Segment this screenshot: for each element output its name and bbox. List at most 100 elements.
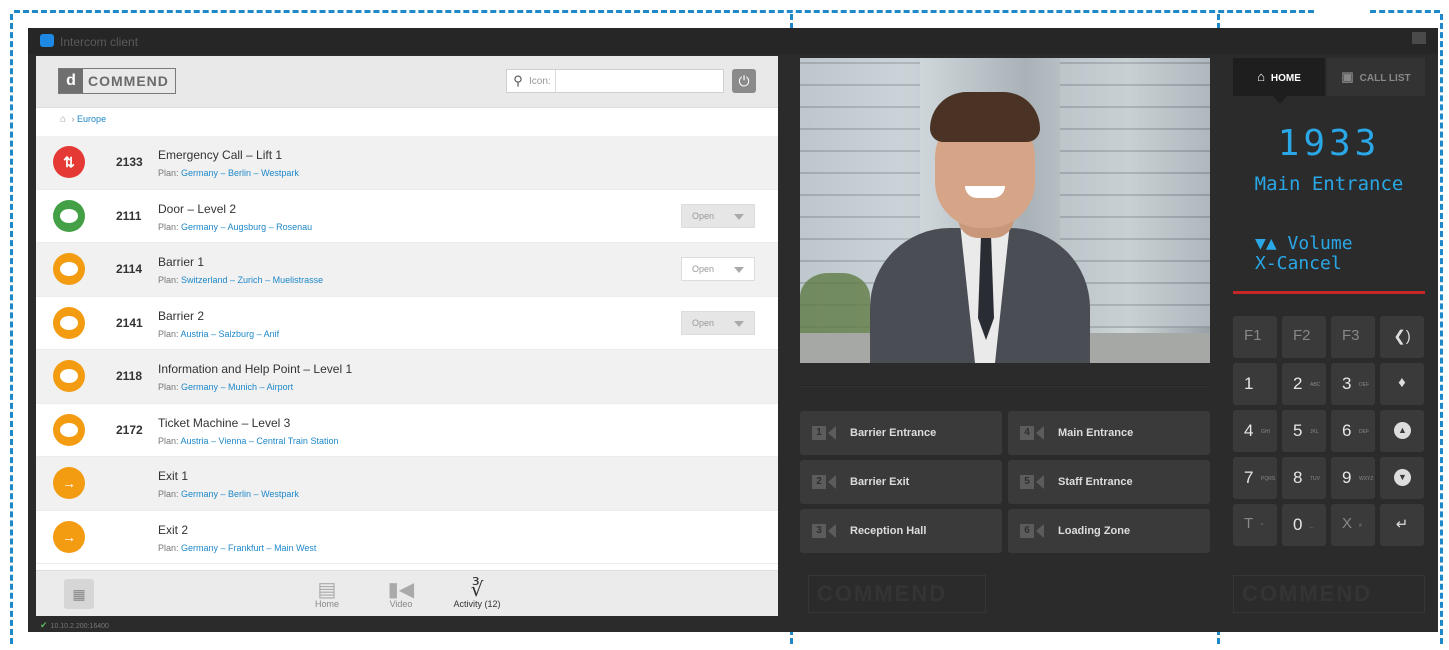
check-icon: ✔ <box>40 620 48 630</box>
grid-icon: ▦ <box>72 586 86 602</box>
plan-location[interactable]: Austria – Vienna – Central Train Station <box>181 436 339 446</box>
plan-label: Plan: <box>158 489 179 499</box>
table-row[interactable]: 2111 Door – Level 2 Plan: Germany – Augs… <box>36 190 778 243</box>
key-f1[interactable]: F1 <box>1233 316 1277 358</box>
plan-location[interactable]: Germany – Augsburg – Rosenau <box>181 222 312 232</box>
plan-location[interactable]: Germany – Berlin – Westpark <box>181 489 299 499</box>
station-header: d COMMEND ⚲ Icon: ⏻ <box>36 56 778 108</box>
table-row[interactable]: 2114 Barrier 1 Plan: Switzerland – Zuric… <box>36 243 778 297</box>
brand-mark: d <box>59 69 83 93</box>
destination-button-5[interactable]: 5 Staff Entrance <box>1008 460 1210 504</box>
bell-icon: ♦ <box>1398 374 1406 391</box>
plan-label: Plan: <box>158 168 179 178</box>
plan-location[interactable]: Switzerland – Zurich – Muelistrasse <box>181 275 323 285</box>
loudspeaker-icon: ❮) <box>1393 328 1411 345</box>
speaker-icon <box>828 475 836 489</box>
key-x[interactable]: X # <box>1331 504 1375 546</box>
key-speaker[interactable]: ❮) <box>1380 316 1424 358</box>
table-row[interactable]: → Exit 1 Plan: Germany – Berlin – Westpa… <box>36 457 778 511</box>
contact-card-icon: ▣ <box>1341 69 1354 84</box>
plan-label: Plan: <box>158 542 179 553</box>
plan-location[interactable]: Austria – Salzburg – Anif <box>181 329 280 339</box>
plan-location[interactable]: Germany – Frankfurt – Main West <box>181 543 316 553</box>
station-name: Barrier 2 <box>158 308 205 323</box>
destination-label: Main Entrance <box>1058 427 1134 439</box>
key-9[interactable]: 9 WXYZ <box>1331 457 1375 499</box>
activity-icon: ∛ <box>470 579 484 601</box>
table-row[interactable]: → Exit 2 Plan: Germany – Frankfurt – Mai… <box>36 511 778 564</box>
key-t[interactable]: T * <box>1233 504 1277 546</box>
tab-call-list[interactable]: ▣ CALL LIST <box>1327 58 1425 96</box>
key-up[interactable]: ▲ <box>1380 410 1424 452</box>
key-2[interactable]: 2 ABC <box>1282 363 1326 405</box>
destination-button-1[interactable]: 1 Barrier Entrance <box>800 411 1002 455</box>
station-plan: Plan: Austria – Vienna – Central Train S… <box>158 436 338 446</box>
key-enter[interactable]: ↵ <box>1380 504 1424 546</box>
action-select[interactable]: Open <box>681 310 755 335</box>
plan-location[interactable]: Germany – Munich – Airport <box>181 382 293 392</box>
key-1[interactable]: 1 <box>1233 363 1277 405</box>
station-plan: Plan: Switzerland – Zurich – Muelistrass… <box>158 275 323 285</box>
speech-bubble-icon <box>53 360 85 392</box>
destination-number: 3 <box>812 524 826 538</box>
table-row[interactable]: 2118 Information and Help Point – Level … <box>36 350 778 404</box>
breadcrumb-europe[interactable]: Europe <box>77 114 106 124</box>
plan-label: Plan: <box>158 382 179 392</box>
key-4[interactable]: 4 GHI <box>1233 410 1277 452</box>
minimize-button[interactable] <box>1412 32 1426 44</box>
key-7[interactable]: 7 PQRS <box>1233 457 1277 499</box>
plan-location[interactable]: Germany – Berlin – Westpark <box>181 168 299 178</box>
commend-watermark: COMMEND <box>808 575 986 613</box>
table-row[interactable]: ⇅ 2133 Emergency Call – Lift 1 Plan: Ger… <box>36 136 778 190</box>
key-0[interactable]: 0 _ <box>1282 504 1326 546</box>
power-icon: ⏻ <box>738 73 750 89</box>
speech-bubble-icon <box>53 253 85 285</box>
plan-label: Plan: <box>158 328 179 339</box>
key-8[interactable]: 8 TUV <box>1282 457 1326 499</box>
key-label: F1 <box>1244 327 1262 344</box>
search-input[interactable] <box>554 70 717 92</box>
table-row[interactable]: 2172 Ticket Machine – Level 3 Plan: Aust… <box>36 404 778 457</box>
grid-menu-button[interactable]: ▦ <box>64 579 94 609</box>
table-row[interactable]: 2141 Barrier 2 Plan: Austria – Salzburg … <box>36 297 778 350</box>
destination-number: 4 <box>1020 426 1034 440</box>
station-number: 2114 <box>116 262 143 276</box>
key-letters: ABC <box>1310 382 1321 388</box>
title-bar: Intercom client <box>28 28 1438 54</box>
exit-icon: → <box>53 520 85 553</box>
key-3[interactable]: 3 DEF <box>1331 363 1375 405</box>
key-label: 0 <box>1293 515 1303 534</box>
key-letters: TUV <box>1310 476 1320 482</box>
tab-home[interactable]: ▤ Home <box>292 577 362 609</box>
destination-button-2[interactable]: 2 Barrier Exit <box>800 460 1002 504</box>
destination-button-4[interactable]: 4 Main Entrance <box>1008 411 1210 455</box>
layout-icon: ▤ <box>317 579 337 601</box>
destination-button-3[interactable]: 3 Reception Hall <box>800 509 1002 553</box>
key-f3[interactable]: F3 <box>1331 316 1375 358</box>
speaker-icon <box>828 426 836 440</box>
action-select[interactable]: Open <box>681 203 755 228</box>
destination-button-6[interactable]: 6 Loading Zone <box>1008 509 1210 553</box>
guide-top <box>14 10 1314 13</box>
destination-number: 1 <box>812 426 826 440</box>
key-5[interactable]: 5 JKL <box>1282 410 1326 452</box>
station-name: Exit 1 <box>158 469 189 483</box>
display-station-name: Main Entrance <box>1254 173 1404 195</box>
home-icon[interactable]: ⌂ <box>60 114 66 125</box>
station-plan: Plan: Germany – Augsburg – Rosenau <box>158 222 312 232</box>
key-bell[interactable]: ♦ <box>1380 363 1424 405</box>
search-label: Icon: <box>529 75 551 87</box>
key-label: 9 <box>1342 468 1352 487</box>
destination-number: 2 <box>812 475 826 489</box>
key-down[interactable]: ▼ <box>1380 457 1424 499</box>
tab-activity[interactable]: ∛ Activity (12) <box>442 577 512 609</box>
destination-number: 6 <box>1020 524 1034 538</box>
power-button[interactable]: ⏻ <box>732 69 756 93</box>
key-f2[interactable]: F2 <box>1282 316 1326 358</box>
key-6[interactable]: 6 DEF <box>1331 410 1375 452</box>
action-select[interactable]: Open <box>681 257 755 281</box>
search-box: ⚲ Icon: <box>506 69 724 93</box>
tab-video[interactable]: ▮◀ Video <box>366 577 436 609</box>
tab-home-right-label: HOME <box>1270 73 1301 84</box>
tab-home-right[interactable]: ⌂ HOME <box>1233 58 1325 104</box>
